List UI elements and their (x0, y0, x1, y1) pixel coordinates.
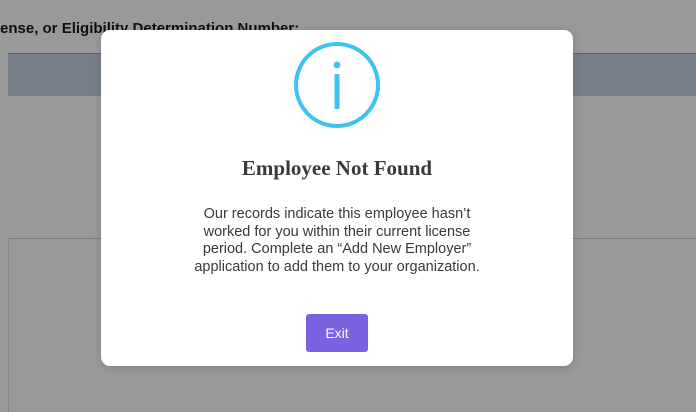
exit-button[interactable]: Exit (306, 314, 368, 352)
employee-not-found-dialog: Employee Not Found Our records indicate … (101, 30, 573, 366)
message-line: period. Complete an “Add New Employer” (202, 241, 472, 257)
message-line: application to add them to your organiza… (194, 258, 480, 275)
info-icon (294, 42, 380, 128)
dialog-title: Employee Not Found (241, 156, 433, 180)
message-line: Our records indicate this employee hasn’… (203, 206, 471, 222)
page: ense, or Eligibility Determination Numbe… (0, 0, 696, 412)
message-line: worked for you within their current lice… (203, 223, 471, 240)
dialog-message: Our records indicate this employee hasn’… (157, 206, 517, 276)
